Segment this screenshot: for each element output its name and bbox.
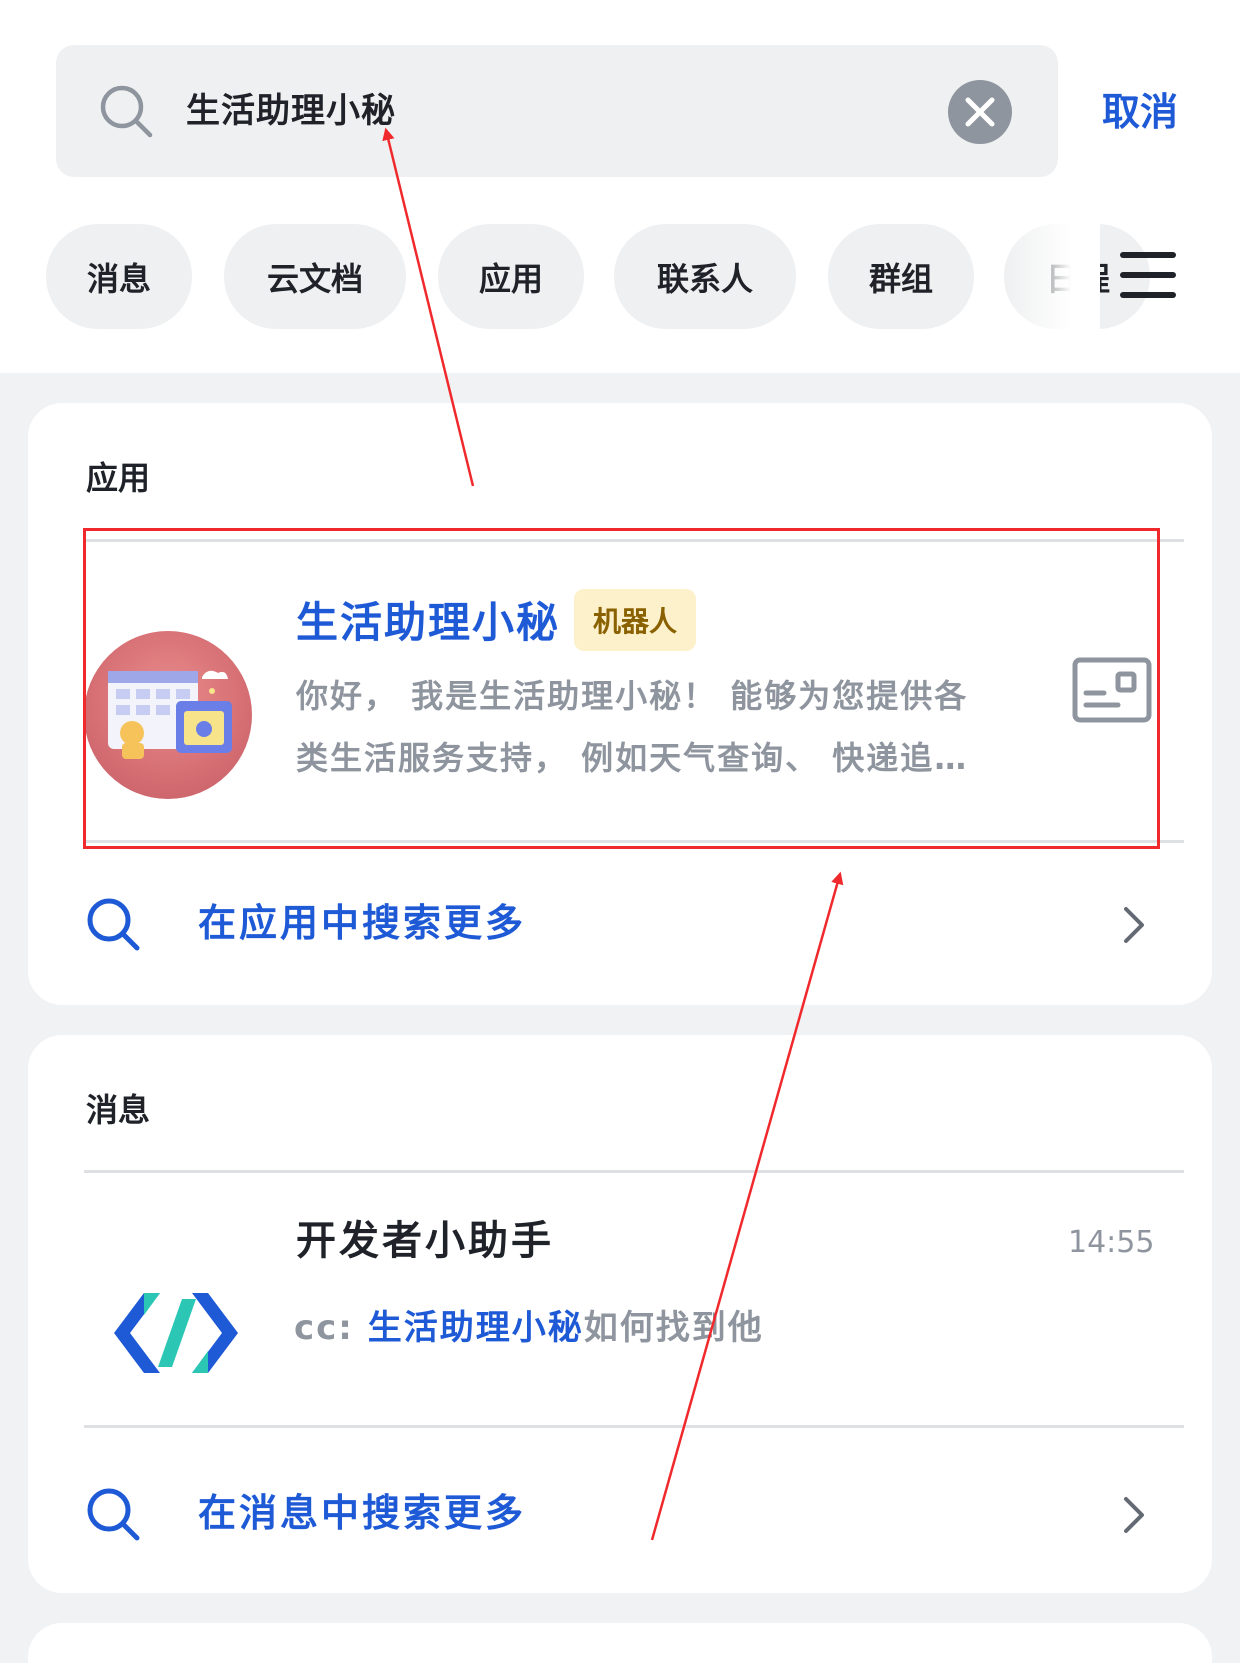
annotation-arrow [382,127,475,487]
annotation-arrow [650,871,844,1541]
annotation-arrows [382,127,844,1541]
